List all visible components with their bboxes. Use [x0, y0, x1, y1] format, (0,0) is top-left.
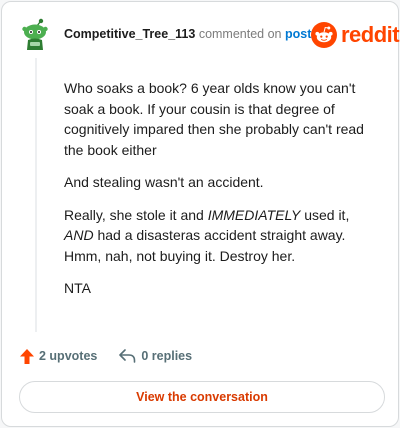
comment-paragraph: And stealing wasn't an accident.: [64, 174, 264, 190]
comment-header: Competitive_Tree_113 commented on post: [64, 27, 311, 41]
upvote-button[interactable]: 2 upvotes: [20, 348, 98, 364]
commented-on-text: commented on: [198, 27, 282, 41]
comment-paragraph: Really, she stole it and IMMEDIATELY use…: [64, 205, 380, 267]
comment-body: Who soaks a book? 6 year olds know you c…: [64, 78, 380, 311]
reply-count: 0 replies: [141, 349, 193, 363]
paragraph-text: used it,: [300, 206, 350, 223]
snoo-avatar-icon[interactable]: [21, 18, 49, 52]
emphasis-text: IMMEDIATELY: [207, 206, 301, 223]
paragraph-text: Really, she stole it and: [64, 206, 208, 223]
comment-embed-card: Competitive_Tree_113 commented on post r…: [1, 1, 400, 427]
emphasis-text: AND: [64, 227, 94, 243]
username-link[interactable]: Competitive_Tree_113: [64, 27, 195, 41]
reply-arrow-icon: [119, 349, 136, 363]
paragraph-text: had a disasteras accident straight away.…: [64, 227, 346, 264]
post-link[interactable]: post: [285, 27, 311, 41]
upvote-count: 2 upvotes: [39, 349, 98, 363]
reddit-brand[interactable]: reddit: [311, 21, 400, 49]
view-conversation-button[interactable]: View the conversation: [19, 381, 385, 413]
reddit-wordmark: reddit: [341, 22, 400, 47]
replies-button[interactable]: 0 replies: [119, 349, 192, 363]
comment-paragraph: NTA: [64, 280, 91, 296]
comment-paragraph: Who soaks a book? 6 year olds know you c…: [64, 80, 364, 158]
thread-line: [35, 58, 37, 332]
reddit-logo-icon: [311, 22, 337, 48]
upvote-arrow-icon: [20, 348, 34, 364]
comment-actions: 2 upvotes 0 replies: [20, 347, 192, 365]
